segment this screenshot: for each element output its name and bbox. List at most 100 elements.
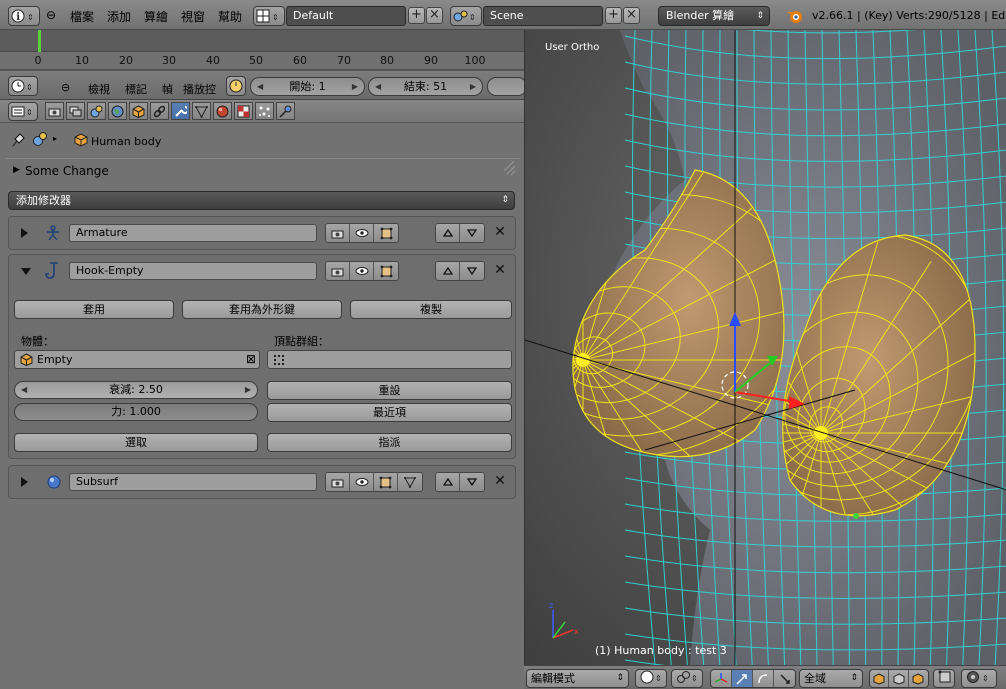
menu-add[interactable]: 添加 — [107, 8, 131, 25]
increment-arrow-icon[interactable]: ▶ — [352, 78, 358, 95]
move-down-icon[interactable] — [460, 473, 484, 491]
decrement-arrow-icon[interactable]: ◀ — [375, 78, 381, 95]
select-button[interactable]: 選取 — [14, 433, 258, 452]
camera-icon[interactable] — [326, 224, 350, 242]
editmode-icon[interactable] — [374, 262, 398, 280]
scene-tab[interactable] — [87, 102, 106, 120]
manipulator-toggle-icon[interactable] — [711, 670, 732, 687]
vertex-group-field[interactable] — [267, 350, 512, 369]
properties-editor-type-button[interactable]: ⇕ — [8, 102, 38, 121]
assign-button[interactable]: 指派 — [267, 433, 512, 452]
camera-icon[interactable] — [326, 262, 350, 280]
remove-modifier-icon[interactable]: ✕ — [493, 263, 507, 277]
render-engine-select[interactable]: Blender 算繪 ⇕ — [658, 6, 770, 26]
texture-tab[interactable] — [234, 102, 253, 120]
eye-icon[interactable] — [350, 262, 374, 280]
expand-triangle-icon[interactable] — [21, 228, 28, 238]
translate-icon[interactable] — [732, 670, 753, 687]
timeline-track[interactable] — [0, 30, 524, 52]
apply-as-shape-button[interactable]: 套用為外形鍵 — [182, 300, 342, 319]
object-tab[interactable] — [129, 102, 148, 120]
layer-icon[interactable] — [909, 670, 928, 687]
clear-field-icon[interactable]: ⊠ — [246, 351, 256, 368]
force-slider[interactable]: 力: 1.000 — [14, 403, 258, 421]
editmode-icon[interactable] — [374, 224, 398, 242]
decrement-arrow-icon[interactable]: ◀ — [257, 78, 263, 95]
recenter-button[interactable]: 最近項 — [267, 403, 512, 422]
menu-view[interactable]: 檢視 — [88, 81, 110, 97]
eye-icon[interactable] — [350, 224, 374, 242]
camera-icon[interactable] — [326, 473, 350, 491]
move-up-icon[interactable] — [436, 262, 460, 280]
scale-icon[interactable] — [774, 670, 795, 687]
reset-button[interactable]: 重設 — [267, 381, 512, 400]
move-down-icon[interactable] — [460, 262, 484, 280]
menu-render[interactable]: 算繪 — [144, 8, 168, 25]
current-frame-field[interactable] — [487, 77, 527, 96]
collapse-triangle-icon[interactable] — [21, 268, 31, 275]
current-frame-cursor[interactable] — [38, 30, 41, 52]
timeline-editor-type-button[interactable]: ⇕ — [8, 76, 38, 96]
apply-button[interactable]: 套用 — [14, 300, 174, 319]
material-tab[interactable] — [213, 102, 232, 120]
drag-grip-icon[interactable] — [502, 161, 516, 177]
pin-icon[interactable] — [10, 133, 26, 147]
menu-playback[interactable]: 播放控 — [183, 81, 216, 97]
scene-browse-button[interactable]: ⇕ — [450, 6, 482, 26]
modifier-name-field[interactable]: Hook-Empty — [69, 262, 317, 280]
modifier-name-field[interactable]: Armature — [69, 224, 317, 242]
world-tab[interactable] — [108, 102, 127, 120]
layer-icon[interactable] — [889, 670, 909, 687]
render-layers-tab[interactable] — [66, 102, 85, 120]
viewport-canvas[interactable]: z x User Ortho (1) Human body : test 3 — [525, 30, 1006, 665]
add-modifier-select[interactable]: 添加修改器 ⇕ — [8, 191, 515, 210]
collapse-menu-icon[interactable]: ⊖ — [46, 8, 56, 22]
proportional-edit-select[interactable]: ⇕ — [961, 669, 997, 688]
end-frame-field[interactable]: ◀ 結束: 51 ▶ — [368, 77, 483, 96]
constraints-tab[interactable] — [150, 102, 169, 120]
add-screen-button[interactable]: + — [408, 7, 425, 24]
expand-triangle-icon[interactable] — [21, 477, 28, 487]
start-frame-field[interactable]: ◀ 開始: 1 ▶ — [250, 77, 365, 96]
remove-scene-button[interactable]: × — [623, 7, 640, 24]
rotate-icon[interactable] — [753, 670, 774, 687]
move-down-icon[interactable] — [460, 224, 484, 242]
menu-marker[interactable]: 標記 — [125, 81, 147, 97]
remove-screen-button[interactable]: × — [426, 7, 443, 24]
modifier-name-field[interactable]: Subsurf — [69, 473, 317, 491]
data-tab[interactable] — [192, 102, 211, 120]
mode-select[interactable]: 編輯模式 ⇕ — [526, 669, 629, 688]
move-up-icon[interactable] — [436, 473, 460, 491]
decrement-arrow-icon[interactable]: ◀ — [21, 382, 27, 398]
add-scene-button[interactable]: + — [605, 7, 622, 24]
menu-file[interactable]: 檔案 — [70, 8, 94, 25]
transform-orientation-select[interactable]: 全域 ⇕ — [799, 669, 863, 688]
object-cube-icon[interactable] — [870, 670, 890, 687]
remove-modifier-icon[interactable]: ✕ — [493, 225, 507, 239]
copy-button[interactable]: 複製 — [350, 300, 512, 319]
move-up-icon[interactable] — [436, 224, 460, 242]
particles-tab[interactable] — [255, 102, 274, 120]
remove-modifier-icon[interactable]: ✕ — [493, 474, 507, 488]
screen-layout-button[interactable]: ⇕ — [253, 6, 285, 26]
editor-type-button[interactable]: i ⇕ — [8, 6, 40, 26]
screen-layout-field[interactable]: Default — [286, 6, 406, 26]
increment-arrow-icon[interactable]: ▶ — [470, 78, 476, 95]
editmode-icon[interactable] — [374, 473, 398, 491]
physics-tab[interactable] — [276, 102, 295, 120]
menu-help[interactable]: 幫助 — [218, 8, 242, 25]
on-cage-icon[interactable] — [398, 473, 422, 491]
modifiers-tab[interactable] — [171, 102, 190, 120]
3d-viewport[interactable]: z x User Ortho (1) Human body : test 3 — [524, 30, 1006, 665]
timeline-ruler[interactable]: 0 10 20 30 40 50 60 70 80 90 100 — [0, 52, 524, 70]
menu-window[interactable]: 視窗 — [181, 8, 205, 25]
viewport-shading-select[interactable]: ⇕ — [635, 669, 667, 688]
panel-some-change[interactable]: ▶ Some Change — [5, 158, 520, 182]
falloff-slider[interactable]: ◀ 衰減: 2.50 ▶ — [14, 381, 258, 399]
menu-frame[interactable]: 幀 — [162, 81, 173, 97]
eye-icon[interactable] — [350, 473, 374, 491]
vertex-select-mode-icon[interactable] — [933, 669, 955, 688]
increment-arrow-icon[interactable]: ▶ — [245, 382, 251, 398]
scene-field[interactable]: Scene — [483, 6, 603, 26]
object-field[interactable]: Empty ⊠ — [14, 350, 260, 369]
